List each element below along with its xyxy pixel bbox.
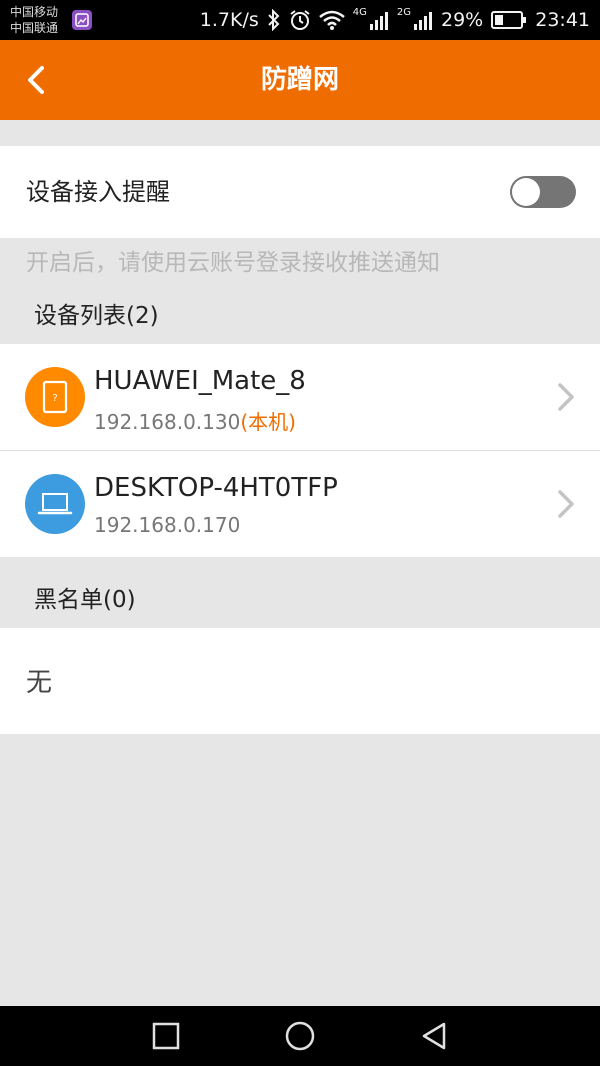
device-name: DESKTOP-4HT0TFP [94,473,338,503]
status-indicators: 1.7K/s 4G 2G 29% 23:41 [200,0,590,40]
carrier-info: 中国移动 中国联通 [10,4,58,36]
laptop-icon [25,474,85,534]
app-bar: 防蹭网 [0,40,600,120]
net-speed: 1.7K/s [199,9,259,31]
device-ip-value: 192.168.0.170 [94,513,241,537]
svg-text:?: ? [52,393,57,404]
device-item-2[interactable]: DESKTOP-4HT0TFP 192.168.0.170 [0,451,600,557]
clock: 23:41 [535,9,590,31]
battery-icon [491,11,527,29]
system-nav-bar [0,1006,600,1066]
device-item-1[interactable]: ? HUAWEI_Mate_8 192.168.0.130(本机) [0,344,600,450]
net-tag-4g: 4G [352,6,367,18]
blacklist-header: 黑名单(0) [34,587,136,613]
device-name: HUAWEI_Mate_8 [94,366,306,396]
recent-apps-icon[interactable] [150,1020,182,1052]
blacklist-empty-row: 无 [0,628,600,734]
net-tag-2g: 2G [396,6,411,18]
carrier-2: 中国联通 [10,21,59,35]
back-icon[interactable] [418,1020,450,1052]
reminder-toggle[interactable] [510,176,576,208]
chevron-right-icon [558,490,574,518]
chevron-left-icon [28,66,44,94]
battery-percent: 29% [441,9,484,31]
signal-icon [369,12,388,30]
reminder-hint: 开启后，请使用云账号登录接收推送通知 [26,250,440,276]
bluetooth-icon [268,9,280,31]
blacklist-empty-text: 无 [26,668,53,698]
home-icon[interactable] [284,1020,316,1052]
toggle-knob [512,178,540,206]
signal-icon-2 [414,12,432,30]
page-title: 防蹭网 [260,65,339,95]
phone-icon: ? [25,367,85,427]
device-ip: 192.168.0.170 [94,513,240,537]
gallery-icon [72,10,92,30]
device-ip-value: 192.168.0.130 [94,410,241,434]
alarm-icon [290,10,310,30]
back-button[interactable] [10,54,62,106]
device-ip: 192.168.0.130(本机) [94,406,296,435]
status-bar: 中国移动 中国联通 1.7K/s 4G 2G 29% 23:41 [0,0,600,40]
this-device-tag: (本机) [240,410,296,434]
chevron-right-icon [558,383,574,411]
carrier-1: 中国移动 [10,5,59,19]
wifi-icon [318,10,345,30]
device-list-header: 设备列表(2) [34,303,159,329]
reminder-label: 设备接入提醒 [26,178,170,206]
